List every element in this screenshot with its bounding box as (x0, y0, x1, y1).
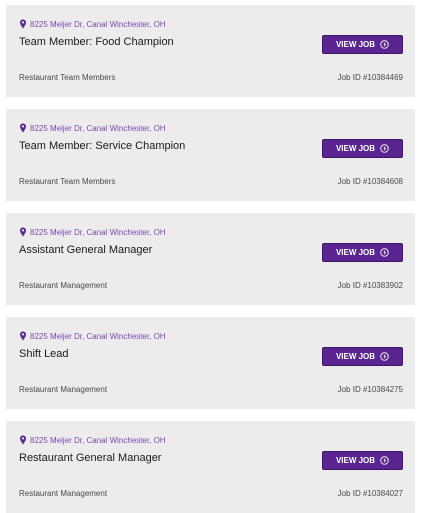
view-job-button[interactable]: VIEW JOB (322, 451, 403, 470)
job-id: Job ID #10384275 (337, 385, 403, 394)
job-card: 8225 Meijer Dr, Canal Winchester, OH Shi… (6, 317, 415, 409)
job-id: Job ID #10384608 (337, 177, 403, 186)
job-title[interactable]: Team Member: Service Champion (19, 140, 185, 152)
view-job-button[interactable]: VIEW JOB (322, 139, 403, 158)
job-title[interactable]: Assistant General Manager (19, 244, 152, 256)
job-location-text: 8225 Meijer Dr, Canal Winchester, OH (30, 227, 166, 237)
view-job-label: VIEW JOB (335, 40, 376, 49)
job-location-text: 8225 Meijer Dr, Canal Winchester, OH (30, 435, 166, 445)
job-title[interactable]: Shift Lead (19, 348, 69, 360)
map-pin-icon (20, 19, 26, 29)
map-pin-icon (20, 331, 26, 341)
job-category: Restaurant Team Members (19, 177, 116, 186)
job-title[interactable]: Team Member: Food Champion (19, 36, 174, 48)
job-category: Restaurant Management (19, 281, 108, 290)
job-location: 8225 Meijer Dr, Canal Winchester, OH (19, 330, 166, 342)
map-pin-icon (20, 123, 26, 133)
map-pin-icon (20, 435, 26, 445)
job-location: 8225 Meijer Dr, Canal Winchester, OH (19, 122, 166, 134)
job-title[interactable]: Restaurant General Manager (19, 452, 161, 464)
job-card: 8225 Meijer Dr, Canal Winchester, OH Res… (6, 421, 415, 513)
job-location: 8225 Meijer Dr, Canal Winchester, OH (19, 18, 166, 30)
job-category: Restaurant Management (19, 385, 108, 394)
job-card: 8225 Meijer Dr, Canal Winchester, OH Tea… (6, 5, 415, 97)
circle-arrow-right-icon (380, 456, 389, 465)
view-job-button[interactable]: VIEW JOB (322, 35, 403, 54)
job-id: Job ID #10383902 (337, 281, 403, 290)
job-category: Restaurant Team Members (19, 73, 116, 82)
view-job-button[interactable]: VIEW JOB (322, 347, 403, 366)
view-job-label: VIEW JOB (335, 144, 376, 153)
job-location-text: 8225 Meijer Dr, Canal Winchester, OH (30, 123, 166, 133)
view-job-label: VIEW JOB (335, 456, 376, 465)
map-pin-icon (20, 227, 26, 237)
circle-arrow-right-icon (380, 144, 389, 153)
job-id: Job ID #10384027 (337, 489, 403, 498)
job-id: Job ID #10384469 (337, 73, 403, 82)
job-category: Restaurant Management (19, 489, 108, 498)
view-job-label: VIEW JOB (335, 248, 376, 257)
job-location: 8225 Meijer Dr, Canal Winchester, OH (19, 434, 166, 446)
circle-arrow-right-icon (380, 248, 389, 257)
job-location-text: 8225 Meijer Dr, Canal Winchester, OH (30, 19, 166, 29)
job-location: 8225 Meijer Dr, Canal Winchester, OH (19, 226, 166, 238)
view-job-button[interactable]: VIEW JOB (322, 243, 403, 262)
circle-arrow-right-icon (380, 40, 389, 49)
job-card: 8225 Meijer Dr, Canal Winchester, OH Ass… (6, 213, 415, 305)
job-location-text: 8225 Meijer Dr, Canal Winchester, OH (30, 331, 166, 341)
circle-arrow-right-icon (380, 352, 389, 361)
job-card: 8225 Meijer Dr, Canal Winchester, OH Tea… (6, 109, 415, 201)
view-job-label: VIEW JOB (335, 352, 376, 361)
